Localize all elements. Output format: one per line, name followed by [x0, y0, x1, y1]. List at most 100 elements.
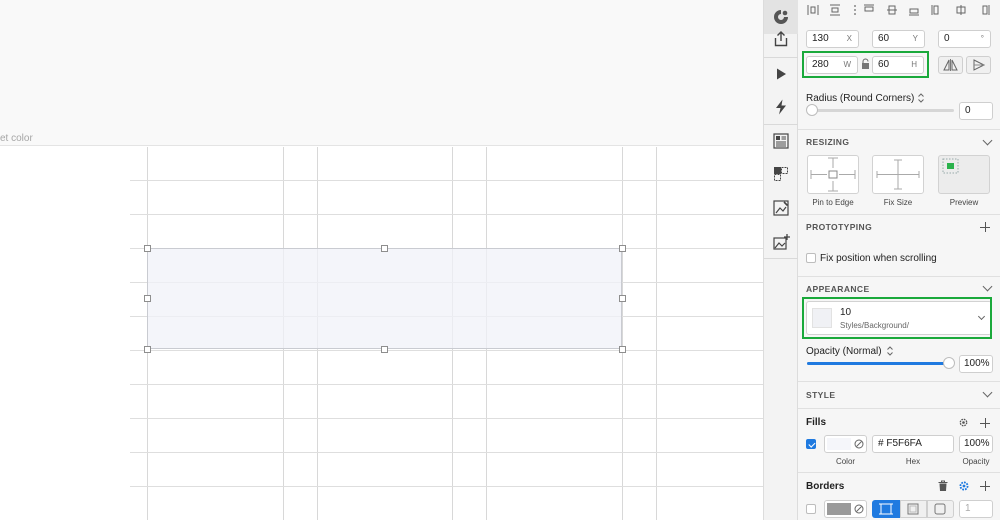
- resize-handle-left[interactable]: [144, 295, 151, 302]
- grid-line-vertical: [656, 147, 657, 520]
- add-prototyping-icon[interactable]: [980, 222, 990, 232]
- selected-rectangle[interactable]: [147, 248, 622, 349]
- align-top-icon[interactable]: [863, 4, 875, 16]
- section-divider: [798, 276, 1000, 277]
- y-suffix: Y: [912, 34, 918, 43]
- fill-color-swatch: [827, 438, 851, 450]
- grid-line-horizontal: [130, 180, 763, 181]
- radius-slider-thumb[interactable]: [806, 104, 818, 116]
- section-divider: [798, 214, 1000, 215]
- align-right-icon[interactable]: [978, 4, 990, 16]
- play-icon[interactable]: [764, 57, 798, 91]
- opacity-field[interactable]: 100%: [959, 355, 993, 373]
- align-middle-icon[interactable]: [886, 4, 898, 16]
- document-icon[interactable]: [764, 124, 798, 158]
- flip-vertical-button[interactable]: [966, 56, 991, 74]
- grid-line-horizontal: [130, 418, 763, 419]
- x-position-field[interactable]: 130 X: [806, 30, 859, 48]
- y-position-field[interactable]: 60 Y: [872, 30, 925, 48]
- fill-color-label: Color: [835, 457, 856, 466]
- resize-handle-top[interactable]: [381, 245, 388, 252]
- inspector-toolbar: [763, 0, 798, 520]
- grid-line-horizontal: [130, 350, 763, 351]
- resize-handle-top-right[interactable]: [619, 245, 626, 252]
- fix-size-control[interactable]: [872, 155, 924, 194]
- opacity-label: Opacity (Normal): [806, 346, 882, 357]
- radius-field[interactable]: 0: [959, 102, 993, 120]
- border-color-well[interactable]: [824, 500, 867, 518]
- size-highlight: [802, 51, 929, 78]
- add-image-icon[interactable]: [764, 225, 798, 259]
- border-width-field[interactable]: 1: [959, 500, 993, 518]
- symbols-icon[interactable]: [764, 157, 798, 191]
- resizing-chevron-icon[interactable]: [982, 135, 993, 146]
- add-border-icon[interactable]: [980, 481, 990, 491]
- edit-image-icon[interactable]: [764, 191, 798, 225]
- align-left-icon[interactable]: [931, 4, 943, 16]
- x-value: 130: [812, 33, 829, 44]
- grid-line-horizontal: [130, 486, 763, 487]
- pin-to-edge-control[interactable]: [807, 155, 859, 194]
- opacity-stepper-icon[interactable]: [887, 346, 893, 356]
- style-chevron-icon[interactable]: [982, 387, 993, 398]
- color-variables-icon[interactable]: [854, 439, 864, 449]
- border-position-inside-button[interactable]: [900, 500, 927, 518]
- radius-value: 0: [965, 105, 971, 116]
- fill-opacity-field[interactable]: 100%: [959, 435, 993, 453]
- align-center-icon[interactable]: [955, 4, 967, 16]
- rotation-field[interactable]: 0 °: [938, 30, 991, 48]
- distribute-horizontal-icon[interactable]: [807, 4, 819, 16]
- border-position-center-button[interactable]: [872, 500, 900, 518]
- radius-slider-track[interactable]: [809, 109, 954, 112]
- prototyping-title: PROTOTYPING: [806, 222, 873, 232]
- trash-icon[interactable]: [938, 480, 948, 492]
- section-divider: [798, 472, 1000, 473]
- fill-color-well[interactable]: [824, 435, 867, 453]
- fix-size-label: Fix Size: [883, 198, 913, 207]
- lightning-icon[interactable]: [764, 90, 798, 124]
- more-options-icon[interactable]: [849, 4, 861, 16]
- resize-handle-bottom-left[interactable]: [144, 346, 151, 353]
- fill-enabled-checkbox[interactable]: [806, 439, 816, 449]
- border-enabled-checkbox[interactable]: [806, 504, 816, 514]
- grid-line-horizontal: [130, 214, 763, 215]
- add-fill-icon[interactable]: [980, 418, 990, 428]
- fill-hex-field[interactable]: # F5F6FA: [872, 435, 954, 453]
- appearance-chevron-icon[interactable]: [982, 281, 993, 292]
- export-icon[interactable]: [764, 22, 798, 56]
- preview-label: Preview: [949, 198, 979, 207]
- canvas[interactable]: et color: [0, 0, 763, 520]
- rotation-value: 0: [944, 33, 950, 44]
- border-position-outside-button[interactable]: [927, 500, 954, 518]
- borders-settings-gear-icon[interactable]: [958, 480, 970, 492]
- resizing-title: RESIZING: [806, 137, 850, 147]
- grid-line-horizontal: [130, 452, 763, 453]
- grid-line-vertical: [622, 147, 623, 520]
- resize-handle-bottom-right[interactable]: [619, 346, 626, 353]
- resize-handle-right[interactable]: [619, 295, 626, 302]
- fill-opacity-value: 100%: [964, 438, 990, 449]
- appearance-highlight: [802, 297, 992, 339]
- resize-handle-bottom[interactable]: [381, 346, 388, 353]
- canvas-top-label: et color: [0, 133, 33, 144]
- x-suffix: X: [846, 34, 852, 43]
- resizing-preview: [938, 155, 990, 194]
- distribute-vertical-icon[interactable]: [829, 4, 841, 16]
- fills-settings-gear-icon[interactable]: [958, 417, 969, 428]
- inspector-panel: 130 X 60 Y 0 ° 280 W 60 H Radius (Round …: [798, 0, 1000, 520]
- opacity-slider-track[interactable]: [807, 362, 952, 365]
- resize-handle-top-left[interactable]: [144, 245, 151, 252]
- align-bottom-icon[interactable]: [908, 4, 920, 16]
- borders-title: Borders: [806, 481, 845, 492]
- fix-position-checkbox[interactable]: [806, 253, 816, 263]
- border-color-swatch: [827, 503, 851, 515]
- fills-title: Fills: [806, 417, 827, 428]
- border-color-variables-icon[interactable]: [854, 504, 864, 514]
- fill-hex-value: # F5F6FA: [878, 438, 922, 449]
- artboard[interactable]: [130, 147, 763, 520]
- flip-horizontal-button[interactable]: [938, 56, 963, 74]
- opacity-slider-thumb[interactable]: [943, 357, 955, 369]
- radius-stepper-icon[interactable]: [918, 93, 924, 103]
- y-value: 60: [878, 33, 890, 44]
- radius-label: Radius (Round Corners): [806, 93, 915, 104]
